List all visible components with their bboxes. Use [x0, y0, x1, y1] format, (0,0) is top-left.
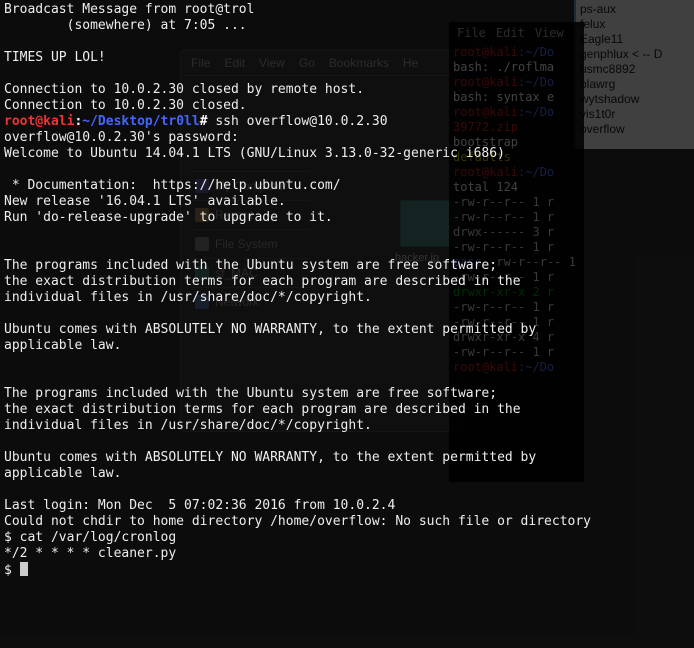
- terminal-output: Ubuntu comes with ABSOLUTELY NO WARRANTY…: [4, 450, 536, 465]
- terminal-output: Connection to 10.0.2.30 closed by remote…: [4, 82, 364, 97]
- prompt-user: root@kali: [4, 114, 74, 129]
- terminal-output: the exact distribution terms for each pr…: [4, 274, 521, 289]
- cursor: [20, 562, 28, 576]
- terminal-output: applicable law.: [4, 466, 121, 481]
- terminal-output: individual files in /usr/share/doc/*/cop…: [4, 290, 372, 305]
- main-terminal[interactable]: Broadcast Message from root@trol (somewh…: [0, 0, 694, 648]
- terminal-output: the exact distribution terms for each pr…: [4, 402, 521, 417]
- terminal-output: Ubuntu comes with ABSOLUTELY NO WARRANTY…: [4, 322, 536, 337]
- terminal-output: applicable law.: [4, 338, 121, 353]
- prompt-path: ~/Desktop/tr0ll: [82, 114, 199, 129]
- terminal-output: individual files in /usr/share/doc/*/cop…: [4, 418, 372, 433]
- prompt-command: cat /var/log/cronlog: [20, 530, 177, 545]
- terminal-output: Welcome to Ubuntu 14.04.1 LTS (GNU/Linux…: [4, 146, 505, 161]
- terminal-output: New release '16.04.1 LTS' available.: [4, 194, 286, 209]
- terminal-output: Last login: Mon Dec 5 07:02:36 2016 from…: [4, 498, 395, 513]
- password-prompt: overflow@10.0.2.30's password:: [4, 130, 239, 145]
- terminal-output: The programs included with the Ubuntu sy…: [4, 258, 497, 273]
- terminal-output: * Documentation: https://help.ubuntu.com…: [4, 178, 341, 193]
- prompt-symbol: $: [4, 563, 12, 578]
- terminal-output: Connection to 10.0.2.30 closed.: [4, 98, 247, 113]
- terminal-output: Could not chdir to home directory /home/…: [4, 514, 591, 529]
- broadcast-subtitle: (somewhere) at 7:05 ...: [4, 18, 247, 33]
- broadcast-header: Broadcast Message from root@trol: [4, 2, 254, 17]
- prompt-hash: #: [200, 114, 208, 129]
- prompt-command: ssh overflow@10.0.2.30: [215, 114, 387, 129]
- broadcast-message: TIMES UP LOL!: [4, 50, 106, 65]
- terminal-output: */2 * * * * cleaner.py: [4, 546, 176, 561]
- prompt-symbol: $: [4, 530, 12, 545]
- terminal-output: The programs included with the Ubuntu sy…: [4, 386, 497, 401]
- terminal-output: Run 'do-release-upgrade' to upgrade to i…: [4, 210, 333, 225]
